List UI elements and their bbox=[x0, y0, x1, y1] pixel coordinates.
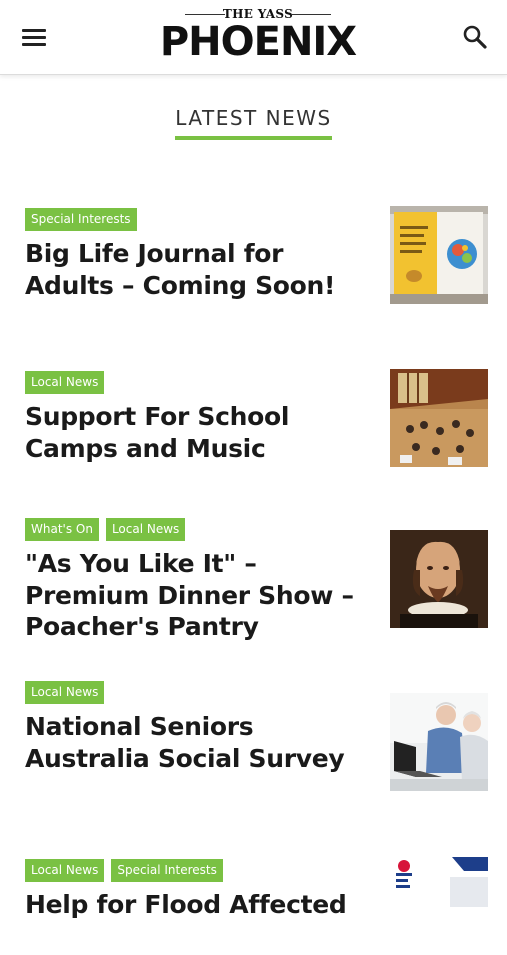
article-headline[interactable]: "As You Like It" – Premium Dinner Show –… bbox=[25, 548, 355, 643]
article-item: Local News National Seniors Australia So… bbox=[25, 681, 488, 791]
article-headline[interactable]: Support For School Camps and Music bbox=[25, 401, 355, 464]
tag-badge[interactable]: Local News bbox=[105, 518, 186, 541]
tag-badge[interactable]: Local News bbox=[25, 681, 105, 704]
nsw-flyer-thumbnail[interactable] bbox=[390, 857, 488, 955]
article-item: Special Interests Big Life Journal for A… bbox=[25, 206, 488, 304]
site-logo[interactable]: THE YASS PHOENIX bbox=[148, 6, 368, 66]
section-header: LATEST NEWS bbox=[0, 106, 507, 140]
tag-badge[interactable]: Local News bbox=[25, 859, 105, 882]
shakespeare-portrait-thumbnail[interactable] bbox=[390, 530, 488, 628]
journal-book-thumbnail[interactable] bbox=[390, 206, 488, 304]
tag-badge[interactable]: What's On bbox=[25, 518, 99, 541]
article-item: Local News Special Interests Help for Flo… bbox=[25, 857, 488, 955]
logo-main-text: PHOENIX bbox=[159, 19, 357, 65]
section-title: LATEST NEWS bbox=[175, 106, 332, 140]
article-item: What's On Local News "As You Like It" – P… bbox=[25, 518, 488, 643]
article-headline[interactable]: Help for Flood Affected bbox=[25, 889, 355, 921]
site-header: THE YASS PHOENIX bbox=[0, 0, 507, 75]
article-headline[interactable]: National Seniors Australia Social Survey bbox=[25, 711, 355, 774]
article-item: Local News Support For School Camps and … bbox=[25, 369, 488, 467]
tag-badge[interactable]: Local News bbox=[25, 371, 105, 394]
article-headline[interactable]: Big Life Journal for Adults – Coming Soo… bbox=[25, 238, 355, 301]
hamburger-menu-icon[interactable] bbox=[22, 26, 48, 48]
school-hall-thumbnail[interactable] bbox=[390, 369, 488, 467]
tag-badge[interactable]: Special Interests bbox=[25, 208, 137, 231]
tag-badge[interactable]: Special Interests bbox=[111, 859, 223, 882]
seniors-laptop-thumbnail[interactable] bbox=[390, 693, 488, 791]
search-icon[interactable] bbox=[462, 24, 488, 50]
